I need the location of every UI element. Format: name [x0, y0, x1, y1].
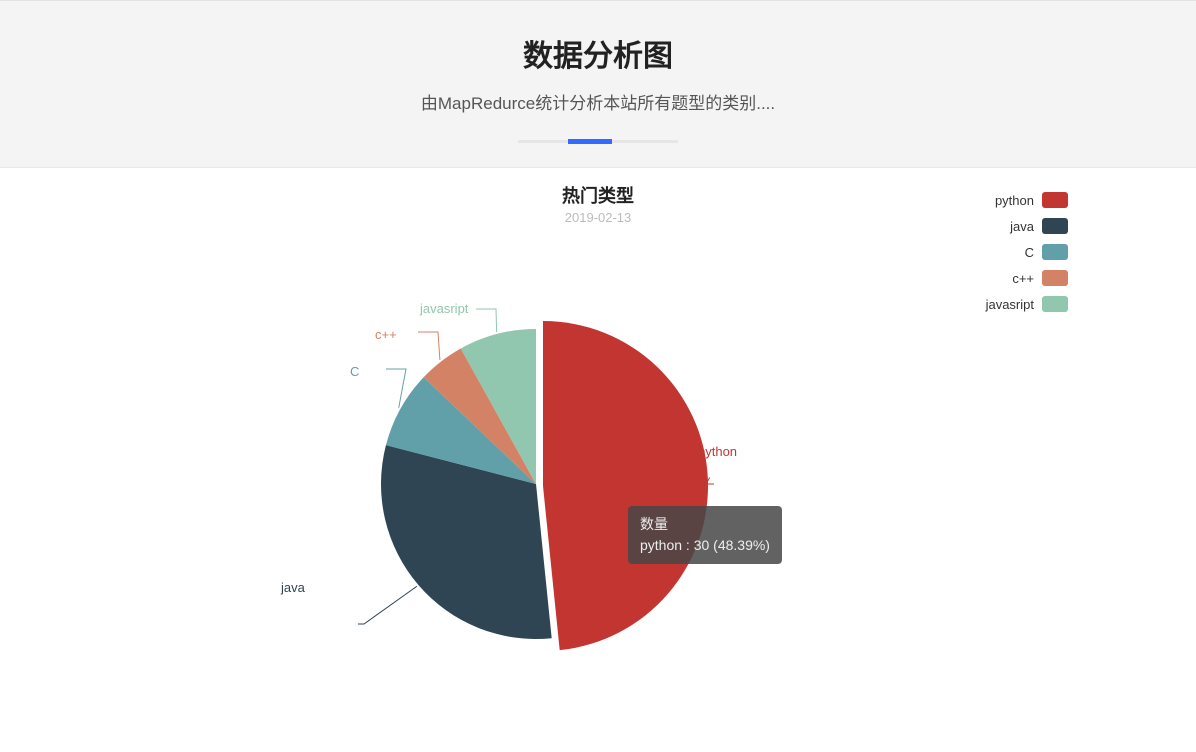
page-subtitle: 由MapRedurce统计分析本站所有题型的类别....	[0, 89, 1196, 114]
slice-label-c: C	[350, 364, 359, 379]
chart-title-block: 热门类型 2019-02-13	[68, 182, 1128, 225]
slice-label-cpp: c++	[375, 327, 397, 342]
pie-slice-python[interactable]	[543, 321, 708, 650]
legend-swatch	[1042, 218, 1068, 234]
page-header: 数据分析图 由MapRedurce统计分析本站所有题型的类别....	[0, 0, 1196, 168]
slice-label-python: python	[698, 444, 737, 459]
progress-track	[518, 140, 678, 143]
legend-item-java[interactable]: java	[986, 218, 1068, 234]
chart-legend: python java C c++ javasript	[986, 192, 1068, 322]
pie-chart[interactable]	[358, 306, 714, 662]
progress-bar	[568, 139, 612, 144]
legend-item-c[interactable]: C	[986, 244, 1068, 260]
chart-title: 热门类型	[68, 182, 1128, 208]
legend-item-javasript[interactable]: javasript	[986, 296, 1068, 312]
chart-container: 热门类型 2019-02-13 python java C c++ javasr…	[68, 168, 1128, 728]
page-title: 数据分析图	[0, 31, 1196, 75]
legend-swatch	[1042, 192, 1068, 208]
legend-label: C	[1025, 245, 1034, 260]
legend-label: java	[1010, 219, 1034, 234]
slice-label-javasript: javasript	[420, 301, 468, 316]
legend-label: c++	[1012, 271, 1034, 286]
slice-label-java: java	[281, 580, 305, 595]
chart-date: 2019-02-13	[68, 210, 1128, 225]
legend-swatch	[1042, 244, 1068, 260]
legend-item-python[interactable]: python	[986, 192, 1068, 208]
legend-label: javasript	[986, 297, 1034, 312]
legend-swatch	[1042, 296, 1068, 312]
legend-label: python	[995, 193, 1034, 208]
legend-item-cpp[interactable]: c++	[986, 270, 1068, 286]
legend-swatch	[1042, 270, 1068, 286]
